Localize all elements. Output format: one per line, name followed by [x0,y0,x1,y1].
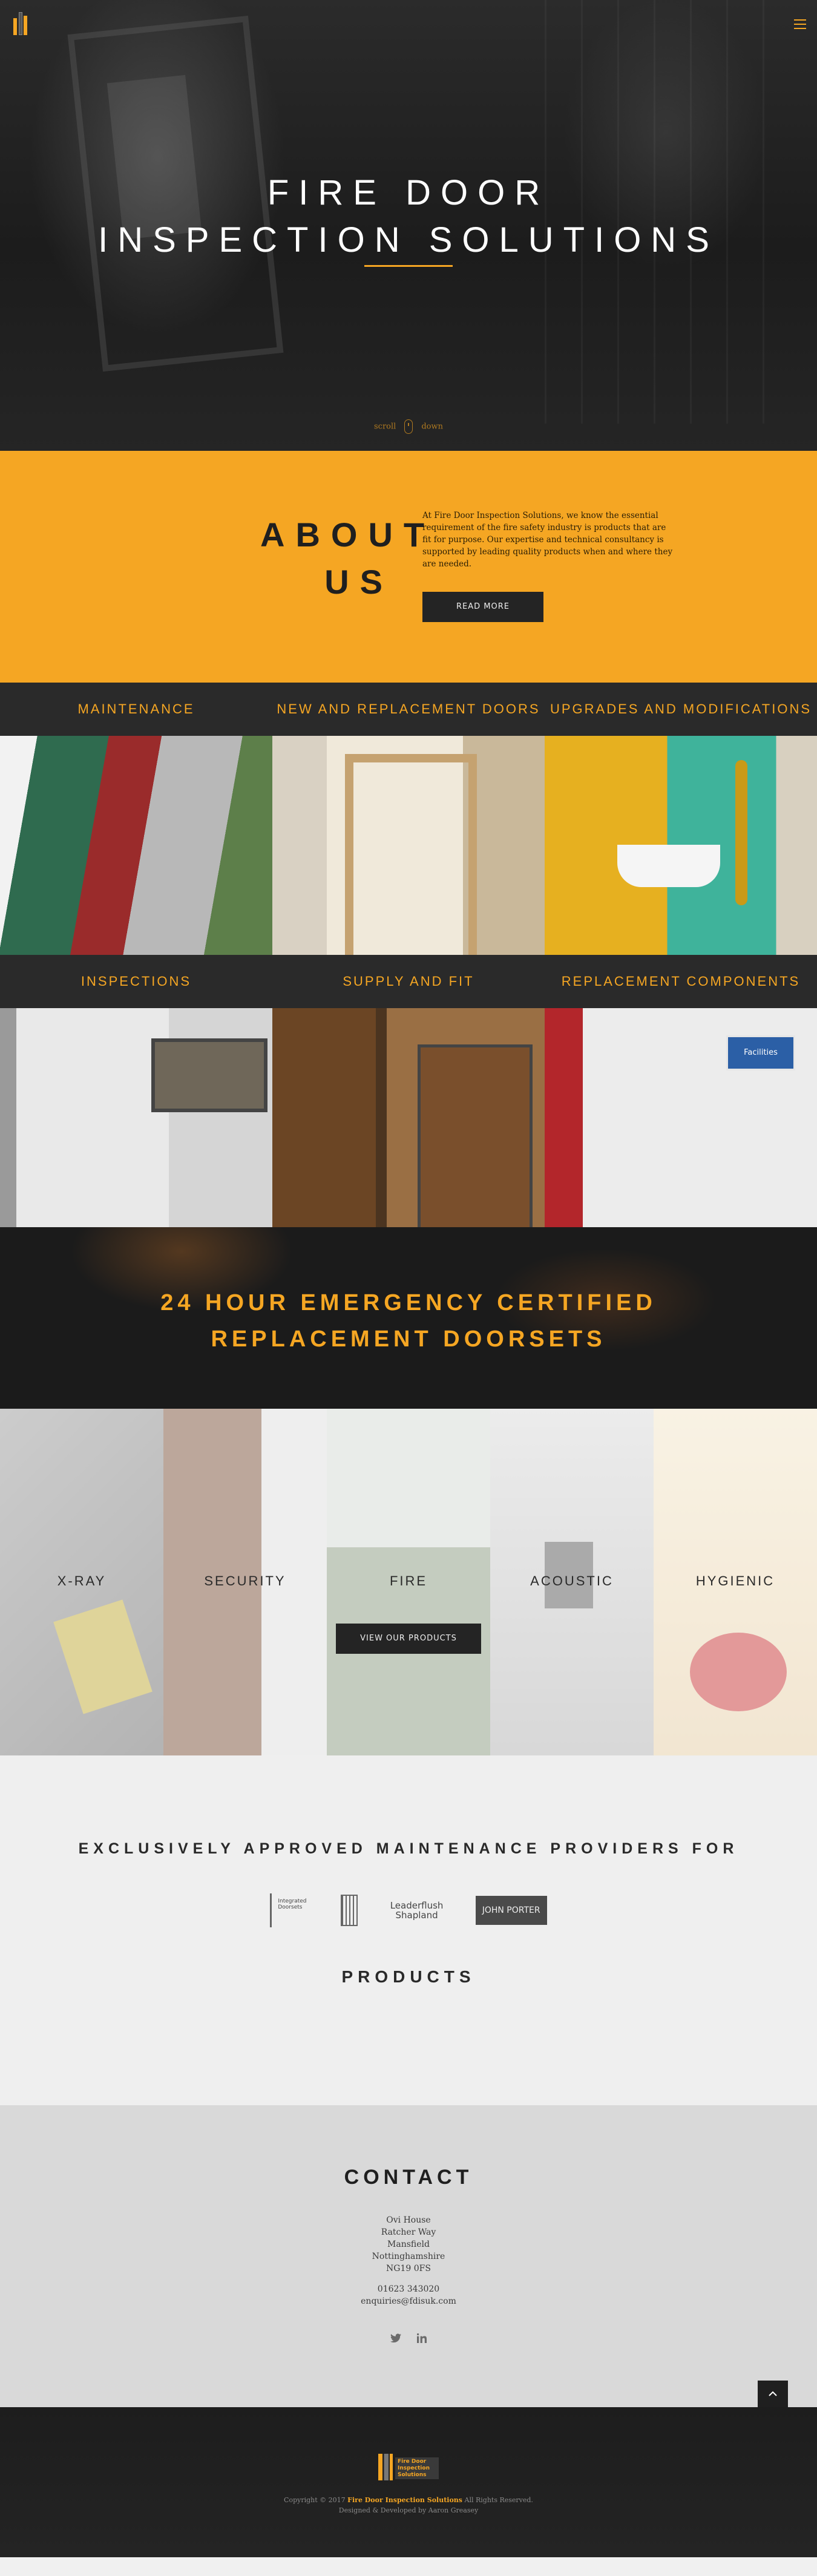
address-line: Mansfield [387,2240,430,2249]
partner-logos: Integrated Doorsets Leaderflush Shapland… [0,1893,817,1927]
contact-details: Ovi House Ratcher Way Mansfield Nottingh… [0,2214,817,2307]
service-label: NEW AND REPLACEMENT DOORS [272,683,545,736]
service-tile-components[interactable]: REPLACEMENT COMPONENTS [545,955,817,1227]
email-link[interactable]: enquiries@fdisuk.com [0,2295,817,2307]
service-image [272,736,545,955]
down-label: down [421,422,443,431]
service-label: MAINTENANCE [0,683,272,736]
hero-title-line1: FIRE DOOR [267,173,550,212]
footer-logo-text: Fire Door Inspection Solutions [395,2457,439,2479]
copyright-prefix: Copyright © 2017 [284,2496,346,2504]
contact-section: CONTACT Ovi House Ratcher Way Mansfield … [0,2105,817,2407]
service-image [545,736,817,955]
emergency-line1: 24 HOUR EMERGENCY CERTIFIED [160,1290,657,1316]
john-porter-logo: JOHN PORTER [475,1896,547,1925]
hero-title: FIRE DOOR INSPECTION SOLUTIONS [0,169,817,264]
product-fire[interactable]: FIRE [327,1409,490,1755]
social-links [0,2332,817,2346]
product-name: FIRE [389,1573,428,1588]
about-text: At Fire Door Inspection Solutions, we kn… [422,511,673,569]
product-xray[interactable]: X-RAY [0,1409,163,1755]
service-label: UPGRADES AND MODIFICATIONS [545,683,817,736]
address-line: NG19 0FS [386,2264,431,2273]
approved-section: EXCLUSIVELY APPROVED MAINTENANCE PROVIDE… [0,1755,817,2105]
product-acoustic[interactable]: ACOUSTIC [490,1409,654,1755]
copyright-brand[interactable]: Fire Door Inspection Solutions [347,2496,462,2504]
service-tile-inspections[interactable]: INSPECTIONS [0,955,272,1227]
approved-title: EXCLUSIVELY APPROVED MAINTENANCE PROVIDE… [78,1840,739,1857]
service-image [272,1008,545,1227]
back-to-top-button[interactable] [758,2381,788,2407]
chevron-up-icon [769,2391,777,2396]
service-tile-new-doors[interactable]: NEW AND REPLACEMENT DOORS [272,683,545,955]
copyright: Copyright © 2017 Fire Door Inspection So… [0,2495,817,2515]
read-more-button[interactable]: READ MORE [422,592,543,622]
service-image [0,736,272,955]
contact-title: CONTACT [344,2166,473,2189]
about-title-line1: ABOUT [260,516,436,554]
phone-number[interactable]: 01623 343020 [0,2283,817,2295]
scroll-label: scroll [374,422,396,431]
address-line: Ratcher Way [381,2227,436,2237]
linkedin-icon[interactable] [417,2332,427,2346]
product-hygienic[interactable]: HYGIENIC [654,1409,817,1755]
hero-title-line2: INSPECTION SOLUTIONS [98,220,719,260]
hero-underline [364,265,453,267]
product-name: HYGIENIC [695,1573,775,1588]
view-products-button[interactable]: VIEW OUR PRODUCTS [336,1624,481,1654]
site-logo[interactable] [11,10,29,36]
footer-logo[interactable]: Fire Door Inspection Solutions [378,2453,439,2482]
leaderflush-logo: Leaderflush Shapland [390,1900,444,1921]
footer: Fire Door Inspection Solutions Copyright… [0,2407,817,2557]
contact-spacer [0,2275,817,2283]
service-label: INSPECTIONS [0,955,272,1008]
product-security[interactable]: SECURITY [163,1409,327,1755]
address-line: Nottinghamshire [372,2252,445,2261]
service-image [0,1008,272,1227]
hamburger-icon[interactable] [794,19,806,29]
scroll-down-indicator[interactable]: scroll down [0,419,817,434]
service-tile-upgrades[interactable]: UPGRADES AND MODIFICATIONS [545,683,817,955]
mouse-icon [404,419,413,434]
twitter-icon[interactable] [390,2332,401,2346]
emergency-line2: REPLACEMENT DOORSETS [211,1326,606,1352]
emergency-title: 24 HOUR EMERGENCY CERTIFIED REPLACEMENT … [0,1285,817,1357]
credit-text: Designed & Developed by Aaron Greasey [338,2506,479,2514]
emergency-banner: 24 HOUR EMERGENCY CERTIFIED REPLACEMENT … [0,1227,817,1409]
service-image [545,1008,817,1227]
hero-section: FIRE DOOR INSPECTION SOLUTIONS scroll dow… [0,0,817,451]
integrated-doorsets-logo: Integrated Doorsets [270,1893,318,1927]
product-name: X-RAY [57,1573,107,1588]
partner-bars-logo [341,1895,358,1926]
about-title: ABOUT US [260,511,436,606]
service-tile-maintenance[interactable]: MAINTENANCE [0,683,272,955]
products-strip: X-RAY SECURITY FIRE ACOUSTIC HYGIENIC VI… [0,1409,817,1755]
product-name: ACOUSTIC [530,1573,614,1588]
address-line: Ovi House [386,2215,431,2225]
copyright-suffix: All Rights Reserved. [464,2496,533,2504]
service-label: SUPPLY AND FIT [272,955,545,1008]
product-name: SECURITY [204,1573,286,1588]
service-label: REPLACEMENT COMPONENTS [545,955,817,1008]
services-grid: MAINTENANCE NEW AND REPLACEMENT DOORS UP… [0,683,817,1227]
about-section: ABOUT US At Fire Door Inspection Solutio… [0,451,817,683]
service-tile-supply-fit[interactable]: SUPPLY AND FIT [272,955,545,1227]
products-title: PRODUCTS [341,1967,476,1986]
about-title-line2: US [324,563,393,601]
